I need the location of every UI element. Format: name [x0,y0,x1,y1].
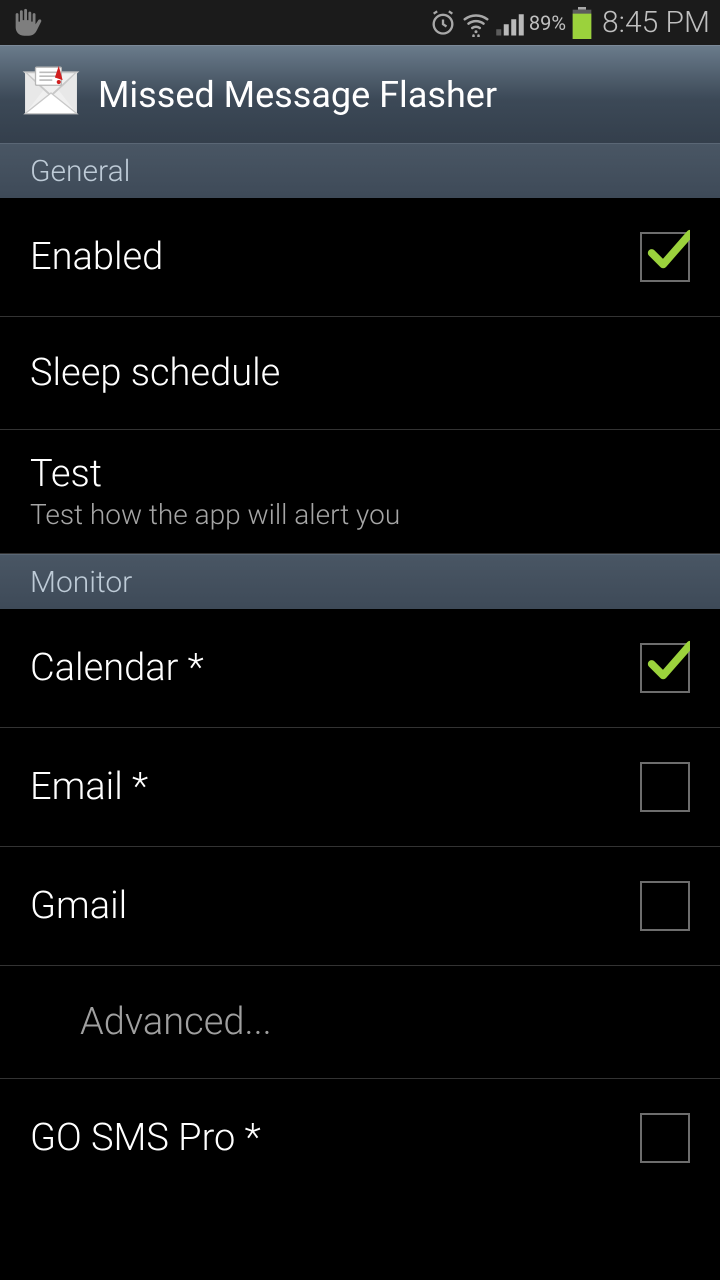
checkbox-icon [640,762,690,812]
pref-title: Advanced... [80,1000,272,1044]
section-header-general: General [0,143,720,198]
action-bar-title: Missed Message Flasher [98,74,497,116]
pref-title: GO SMS Pro * [30,1116,261,1160]
section-header-label: General [30,154,130,189]
pref-gmail-advanced[interactable]: Advanced... [0,966,720,1079]
pref-title: Test [30,452,400,496]
pref-email[interactable]: Email * [0,728,720,847]
alarm-icon [429,9,457,37]
action-bar: Missed Message Flasher [0,45,720,143]
battery-percent: 89% [529,11,566,35]
app-icon [20,62,82,128]
gesture-hand-icon [10,9,44,37]
pref-title: Sleep schedule [30,351,280,395]
status-bar: 89% 8:45 PM [0,0,720,45]
pref-subtitle: Test how the app will alert you [30,498,400,531]
section-header-label: Monitor [30,565,132,600]
pref-calendar[interactable]: Calendar * [0,609,720,728]
pref-gmail[interactable]: Gmail [0,847,720,966]
pref-test[interactable]: Test Test how the app will alert you [0,430,720,554]
status-clock: 8:45 PM [602,5,710,40]
section-header-monitor: Monitor [0,554,720,609]
signal-icon [495,9,525,37]
pref-sleep-schedule[interactable]: Sleep schedule [0,317,720,430]
checkbox-icon [640,643,690,693]
checkbox-icon [640,881,690,931]
checkbox-icon [640,1113,690,1163]
battery-icon [572,9,592,37]
wifi-icon [461,9,491,37]
pref-enabled[interactable]: Enabled [0,198,720,317]
pref-title: Calendar * [30,646,204,690]
pref-go-sms-pro[interactable]: GO SMS Pro * [0,1079,720,1197]
checkbox-icon [640,232,690,282]
pref-title: Email * [30,765,148,809]
pref-title: Enabled [30,235,163,279]
pref-title: Gmail [30,884,127,928]
